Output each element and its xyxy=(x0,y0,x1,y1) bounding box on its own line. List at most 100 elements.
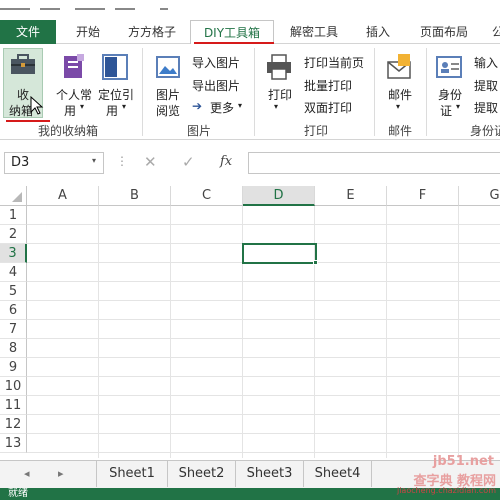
gridline xyxy=(386,206,387,458)
chevron-down-icon: ▾ xyxy=(396,102,401,111)
tab-formulas[interactable]: 公 xyxy=(488,20,500,44)
gridline xyxy=(170,206,171,458)
id-label-1[interactable]: 身份 xyxy=(438,86,462,103)
row-header-8[interactable]: 8 xyxy=(0,339,27,358)
fill-handle[interactable] xyxy=(313,260,318,265)
column-header-a[interactable]: A xyxy=(27,186,99,206)
mail-icon xyxy=(387,54,411,79)
tab-password-tools[interactable]: 解密工具 xyxy=(282,20,346,44)
sheet-prev-icon[interactable]: ◂ xyxy=(24,467,30,480)
column-header-b[interactable]: B xyxy=(99,186,171,206)
group-separator xyxy=(254,48,255,136)
watermark-line-1: jb51.net xyxy=(432,454,494,469)
cursor-icon xyxy=(30,96,44,115)
sheet-next-icon[interactable]: ▸ xyxy=(58,467,64,480)
row-header-5[interactable]: 5 xyxy=(0,282,27,301)
column-header-c[interactable]: C xyxy=(171,186,243,206)
column-header-e[interactable]: E xyxy=(315,186,387,206)
print-button[interactable]: 打印 xyxy=(268,86,292,103)
row-header-2[interactable]: 2 xyxy=(0,225,27,244)
import-picture-button[interactable]: 导入图片 xyxy=(192,54,240,71)
gridline xyxy=(98,206,99,458)
formula-input[interactable] xyxy=(248,152,500,174)
column-header-f[interactable]: F xyxy=(387,186,459,206)
row-header-4[interactable]: 4 xyxy=(0,263,27,282)
group-label-id: 身份证 xyxy=(470,124,500,138)
print-current-page-button[interactable]: 打印当前页 xyxy=(304,54,364,71)
locate-label-1[interactable]: 定位引 xyxy=(98,86,134,103)
corner-triangle-icon xyxy=(12,192,22,202)
name-box[interactable]: D3 xyxy=(4,152,104,174)
toolbox-icon xyxy=(11,54,35,74)
confirm-icon[interactable]: ✓ xyxy=(182,153,195,171)
more-button[interactable]: 更多 xyxy=(210,99,234,116)
column-header-d[interactable]: D xyxy=(243,186,315,206)
ribbon-tab-row: 文件 开始 方方格子 DIY工具箱 解密工具 插入 页面布局 公 xyxy=(0,20,500,45)
chevron-down-icon: ▾ xyxy=(80,102,85,111)
row-header-6[interactable]: 6 xyxy=(0,301,27,320)
sheet-tab-2[interactable]: Sheet2 xyxy=(168,461,236,487)
chevron-down-icon: ▾ xyxy=(122,102,127,111)
select-all-corner[interactable] xyxy=(0,186,27,206)
tab-insert[interactable]: 插入 xyxy=(358,20,398,44)
group-separator xyxy=(426,48,427,136)
watermark-line-3: jiaocheng.chazidian.com xyxy=(396,486,496,495)
quick-access-toolbar xyxy=(0,0,500,20)
row-header-12[interactable]: 12 xyxy=(0,415,27,434)
row-header-9[interactable]: 9 xyxy=(0,358,27,377)
worksheet-grid[interactable]: A B C D E F G 1 2 3 4 5 6 7 8 9 10 11 12… xyxy=(0,186,500,458)
insert-function-button[interactable]: fx xyxy=(220,154,232,169)
group-separator xyxy=(374,48,375,136)
sheet-tab-3[interactable]: Sheet3 xyxy=(236,461,304,487)
locate-label-2[interactable]: 用 xyxy=(106,102,118,119)
row-header-1[interactable]: 1 xyxy=(0,206,27,225)
sheet-tab-1[interactable]: Sheet1 xyxy=(96,461,168,487)
formula-bar: D3 ▾ ⋮ ✕ ✓ fx xyxy=(0,148,500,180)
group-label-storage: 我的收纳箱 xyxy=(38,124,99,138)
pic-label-1[interactable]: 图片 xyxy=(156,86,180,103)
group-label-mail: 邮件 xyxy=(388,124,413,138)
pic-label-2[interactable]: 阅览 xyxy=(156,102,180,119)
id-label-2[interactable]: 证 xyxy=(440,102,452,119)
row-header-10[interactable]: 10 xyxy=(0,377,27,396)
tab-file[interactable]: 文件 xyxy=(0,20,56,44)
batch-print-button[interactable]: 批量打印 xyxy=(304,77,352,94)
personal-icon xyxy=(64,54,84,78)
mail-button[interactable]: 邮件 xyxy=(388,86,412,103)
qa-bar xyxy=(75,0,105,10)
formula-bar-dots: ⋮ xyxy=(116,154,128,168)
chevron-down-icon: ▾ xyxy=(92,156,97,165)
group-label-picture: 图片 xyxy=(187,124,212,138)
row-header-13[interactable]: 13 xyxy=(0,434,27,453)
duplex-print-button[interactable]: 双面打印 xyxy=(304,99,352,116)
id-input-button[interactable]: 输入 xyxy=(474,54,498,71)
group-separator xyxy=(142,48,143,136)
printer-icon xyxy=(267,54,291,80)
picture-icon xyxy=(156,56,180,78)
export-picture-button[interactable]: 导出图片 xyxy=(192,77,240,94)
tab-page-layout[interactable]: 页面布局 xyxy=(412,20,476,44)
row-header-7[interactable]: 7 xyxy=(0,320,27,339)
qa-bar xyxy=(40,0,60,10)
formula-actions: ✕ ✓ fx xyxy=(134,152,246,174)
active-cell-d3[interactable] xyxy=(242,243,317,264)
watermark: jb51.net 查字典 教程网 jiaocheng.chazidian.com xyxy=(360,450,500,500)
ribbon: 收 纳箱 个人常 用 ▾ 定位引 用 ▾ 我的收纳箱 图片 阅览 导入图片 导出… xyxy=(0,44,500,140)
chevron-down-icon: ▾ xyxy=(274,102,279,111)
personal-label-1[interactable]: 个人常 xyxy=(56,86,92,103)
tab-start[interactable]: 开始 xyxy=(66,20,110,44)
qa-bar xyxy=(115,0,135,10)
group-label-print: 打印 xyxy=(304,124,329,138)
id-extract-button-1[interactable]: 提取 xyxy=(474,77,498,94)
storage-label-1: 收 xyxy=(17,88,30,102)
personal-label-2[interactable]: 用 xyxy=(64,102,76,119)
row-header-3[interactable]: 3 xyxy=(0,244,27,263)
tab-fangfang[interactable]: 方方格子 xyxy=(120,20,184,44)
chevron-down-icon: ▾ xyxy=(456,102,461,111)
arrow-right-icon: ➔ xyxy=(192,99,203,113)
qa-bar xyxy=(160,0,168,10)
row-header-11[interactable]: 11 xyxy=(0,396,27,415)
id-extract-button-2[interactable]: 提取 xyxy=(474,99,498,116)
cancel-icon[interactable]: ✕ xyxy=(144,153,157,171)
column-header-g[interactable]: G xyxy=(459,186,500,206)
